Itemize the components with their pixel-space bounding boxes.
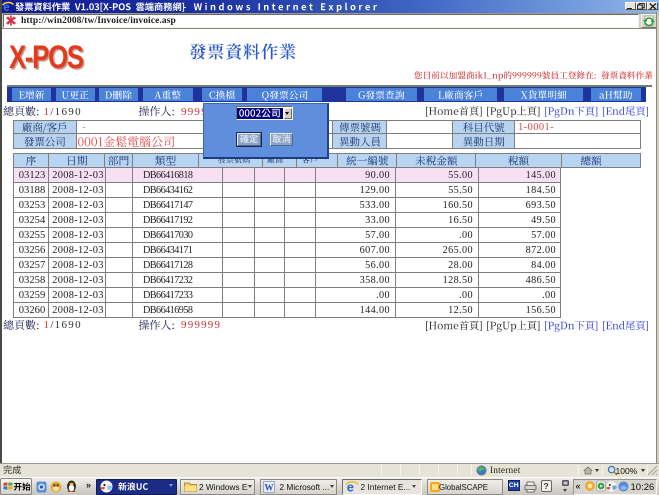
svg-text:W: W: [265, 482, 274, 492]
